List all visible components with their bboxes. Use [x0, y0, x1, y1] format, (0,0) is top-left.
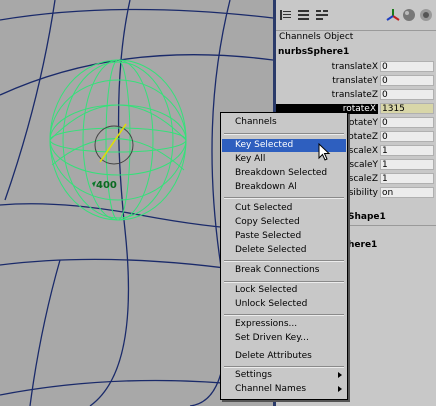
inputs-section-label[interactable]: here1	[348, 240, 377, 250]
menu-item-label: Copy Selected	[235, 217, 300, 227]
mouse-cursor-icon	[318, 143, 331, 161]
attr-value-field[interactable]: 0	[380, 117, 434, 128]
attr-value-field[interactable]: 0	[380, 75, 434, 86]
menu-separator	[224, 366, 344, 368]
channel-box-layout-icon[interactable]	[280, 9, 292, 21]
menu-item-copy-selected[interactable]: Copy Selected	[222, 216, 346, 229]
menu-item-delete-selected[interactable]: Delete Selected	[222, 244, 346, 257]
menu-item-paste-selected[interactable]: Paste Selected	[222, 230, 346, 243]
menu-channels[interactable]: Channels	[279, 32, 321, 42]
submenu-arrow-icon	[338, 372, 342, 378]
attr-label[interactable]: translateZ	[332, 90, 378, 100]
menu-item-label: Channel Names	[235, 384, 307, 394]
menu-separator	[224, 281, 344, 283]
menu-item-breakdown-selected[interactable]: Breakdown Selected	[222, 167, 346, 180]
tool-settings-layout-icon[interactable]	[316, 9, 328, 21]
menu-item-label: Delete Attributes	[235, 351, 312, 361]
submenu-arrow-icon	[338, 386, 342, 392]
attr-value-field[interactable]: 1315	[380, 103, 434, 114]
attr-label[interactable]: rotateY	[345, 118, 378, 128]
attr-label[interactable]: scaleZ	[349, 174, 378, 184]
menu-item-expressions[interactable]: Expressions...	[222, 318, 346, 331]
menu-item-label: Cut Selected	[235, 203, 293, 213]
rotate-manipulator[interactable]	[94, 123, 134, 165]
menu-separator	[224, 260, 344, 262]
channel-box-toolbar	[276, 0, 436, 31]
menu-item-label: Break Connections	[235, 265, 320, 275]
shapes-section-label[interactable]: Shape1	[348, 212, 386, 222]
menu-title-channels: Channels	[222, 116, 346, 129]
menu-separator	[224, 197, 344, 199]
attr-row-translatez[interactable]: translateZ 0	[276, 89, 436, 102]
menu-title-label: Channels	[235, 117, 277, 127]
menu-separator	[224, 133, 344, 135]
menu-item-label: Set Driven Key...	[235, 333, 309, 343]
locator-label: 400	[96, 180, 117, 191]
menu-item-channel-names[interactable]: Channel Names	[222, 383, 346, 396]
display-disc-icon[interactable]	[419, 8, 433, 22]
menu-item-label: Settings	[235, 370, 272, 380]
menu-item-delete-attributes[interactable]: Delete Attributes	[222, 350, 346, 363]
menu-item-label: Expressions...	[235, 319, 298, 329]
attr-value-field[interactable]: 0	[380, 131, 434, 142]
menu-item-breakdown-all[interactable]: Breakdown Al	[222, 181, 346, 194]
menu-item-label: Unlock Selected	[235, 299, 308, 309]
attr-label[interactable]: scaleX	[349, 146, 378, 156]
attr-value-field[interactable]: on	[380, 187, 434, 198]
attr-label[interactable]: rotateZ	[345, 132, 378, 142]
menu-item-label: Paste Selected	[235, 231, 302, 241]
menu-object[interactable]: Object	[324, 32, 353, 42]
menu-item-lock-selected[interactable]: Lock Selected	[222, 284, 346, 297]
attr-label[interactable]: scaleY	[349, 160, 378, 170]
menu-item-set-driven-key[interactable]: Set Driven Key...	[222, 332, 346, 345]
attr-row-translatey[interactable]: translateY 0	[276, 75, 436, 88]
attr-value-field[interactable]: 1	[380, 173, 434, 184]
attr-value-field[interactable]: 0	[380, 89, 434, 100]
menu-item-label: Lock Selected	[235, 285, 298, 295]
attr-row-translatex[interactable]: translateX 0	[276, 61, 436, 74]
attr-value-field[interactable]: 1	[380, 145, 434, 156]
attr-label[interactable]: translateY	[332, 76, 378, 86]
attr-value-field[interactable]: 0	[380, 61, 434, 72]
menu-item-break-connections[interactable]: Break Connections	[222, 264, 346, 277]
display-sphere-icon[interactable]	[402, 8, 416, 22]
manipulator-axis-icon[interactable]	[386, 8, 400, 22]
menu-item-settings[interactable]: Settings	[222, 369, 346, 382]
menu-item-label: Delete Selected	[235, 245, 307, 255]
menu-item-label: Breakdown Selected	[235, 168, 328, 178]
menu-item-label: Key Selected	[235, 140, 294, 150]
node-name[interactable]: nurbsSphere1	[278, 47, 349, 57]
menu-separator	[224, 314, 344, 316]
nurbs-sphere-wireframe	[49, 59, 187, 221]
attr-value-field[interactable]: 1	[380, 159, 434, 170]
attr-label[interactable]: translateX	[332, 62, 378, 72]
menu-item-label: Key All	[235, 154, 266, 164]
menu-item-unlock-selected[interactable]: Unlock Selected	[222, 298, 346, 311]
attribute-editor-layout-icon[interactable]	[298, 9, 310, 21]
menu-item-cut-selected[interactable]: Cut Selected	[222, 202, 346, 215]
channel-box-menubar: Channels Object	[276, 31, 436, 45]
menu-item-label: Breakdown Al	[235, 182, 297, 192]
